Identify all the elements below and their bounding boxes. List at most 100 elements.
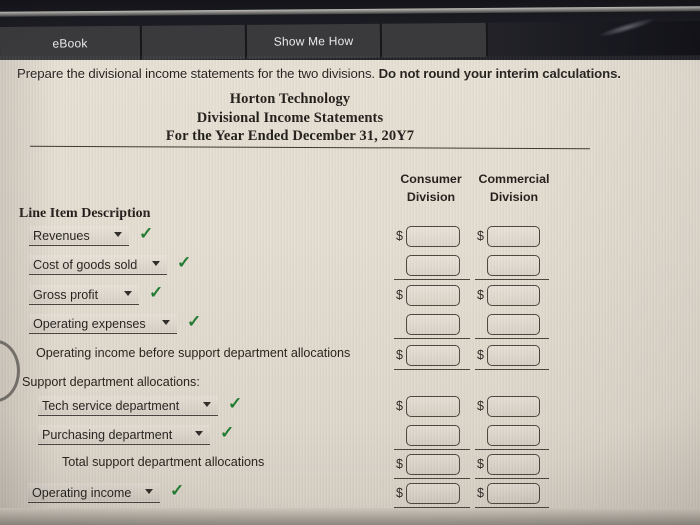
amount-input-consumer[interactable] xyxy=(406,285,460,306)
line-item-select-value: Tech service department xyxy=(42,398,180,413)
statement-row: Operating income ✓ $ $ xyxy=(0,481,700,512)
subtotal-rule xyxy=(475,369,549,370)
chevron-down-icon[interactable] xyxy=(203,402,211,407)
company-name: Horton Technology xyxy=(229,91,351,107)
statement-title: Divisional Income Statements xyxy=(196,109,384,126)
chevron-down-icon[interactable] xyxy=(124,291,132,296)
top-toolbar: eBook Show Me How xyxy=(0,0,700,60)
statement-row: Revenues ✓ $ $ xyxy=(0,224,700,252)
instruction-lead: Prepare the divisional income statements… xyxy=(17,66,379,81)
correct-check-icon: ✓ xyxy=(187,312,202,331)
statement-row: Operating expenses ✓ xyxy=(0,312,700,340)
tab-show-me-how[interactable]: Show Me How xyxy=(246,23,381,59)
tab-blank-2[interactable] xyxy=(381,22,487,58)
statement-period: For the Year Ended December 31, 20Y7 xyxy=(165,128,415,144)
amount-input-commercial[interactable] xyxy=(487,454,540,475)
subtotal-rule xyxy=(475,279,549,280)
amount-input-consumer[interactable] xyxy=(406,314,460,335)
column-header-consumer-line2: Division xyxy=(406,189,456,204)
tab-show-me-how-label: Show Me How xyxy=(273,33,354,49)
amount-input-consumer[interactable] xyxy=(406,255,460,276)
column-header-commercial-line1: Commercial xyxy=(478,172,550,186)
currency-symbol: $ xyxy=(396,288,403,302)
instruction-emphasis: Do not round your interim calculations. xyxy=(378,66,621,81)
chevron-down-icon[interactable] xyxy=(195,431,203,436)
amount-input-consumer[interactable] xyxy=(406,226,460,247)
line-item-select[interactable]: Revenues xyxy=(29,226,129,246)
screen-glare xyxy=(597,15,656,40)
toolbar-filler-right xyxy=(485,15,700,57)
chevron-down-icon[interactable] xyxy=(152,261,160,266)
currency-symbol: $ xyxy=(396,457,403,471)
correct-check-icon: ✓ xyxy=(177,253,192,272)
line-item-select[interactable]: Tech service department xyxy=(38,396,218,416)
currency-symbol: $ xyxy=(477,399,484,413)
subtotal-rule xyxy=(394,338,470,339)
screenshot-root: eBook Show Me How Prepare the divisional … xyxy=(0,0,700,525)
amount-input-consumer[interactable] xyxy=(406,454,460,475)
subtotal-rule xyxy=(394,478,470,479)
subtotal-rule xyxy=(475,449,549,450)
statement-row: Total support department allocations $ $ xyxy=(0,454,700,480)
amount-input-consumer[interactable] xyxy=(406,483,460,504)
line-item-label: Operating income before support departme… xyxy=(36,346,351,360)
line-item-select-value: Operating income xyxy=(32,485,132,500)
correct-check-icon: ✓ xyxy=(220,423,235,442)
currency-symbol: $ xyxy=(477,229,484,243)
tab-ebook[interactable]: eBook xyxy=(0,25,141,60)
line-item-select-value: Operating expenses xyxy=(33,316,146,331)
line-item-select[interactable]: Operating income xyxy=(28,483,160,503)
line-item-label: Support department allocations: xyxy=(22,375,200,389)
line-item-select-value: Revenues xyxy=(33,228,90,243)
amount-input-commercial[interactable] xyxy=(487,425,540,446)
chevron-down-icon[interactable] xyxy=(145,489,153,494)
column-header-consumer-line1: Consumer xyxy=(400,172,462,186)
instruction-text: Prepare the divisional income statements… xyxy=(17,66,683,81)
column-header-consumer: Consumer Division xyxy=(383,171,479,206)
toolbar-tab-strip: eBook Show Me How xyxy=(0,15,700,60)
amount-input-commercial[interactable] xyxy=(487,226,540,247)
statement-row: Operating income before support departme… xyxy=(0,345,700,371)
line-item-select-value: Purchasing department xyxy=(42,427,173,442)
amount-input-consumer[interactable] xyxy=(406,345,460,366)
amount-input-commercial[interactable] xyxy=(487,285,540,306)
column-header-commercial-line2: Division xyxy=(489,189,539,204)
chevron-down-icon[interactable] xyxy=(162,320,170,325)
tab-ebook-label: eBook xyxy=(52,36,88,51)
currency-symbol: $ xyxy=(477,486,484,500)
screen-bezel-highlight xyxy=(0,6,700,17)
statement-row: Purchasing department ✓ xyxy=(0,423,700,451)
amount-input-commercial[interactable] xyxy=(487,314,540,335)
line-item-select[interactable]: Purchasing department xyxy=(38,425,210,445)
currency-symbol: $ xyxy=(396,399,403,413)
statement-row: Gross profit ✓ $ $ xyxy=(0,283,700,311)
currency-symbol: $ xyxy=(396,486,403,500)
subtotal-rule xyxy=(475,338,549,339)
line-item-select-value: Cost of goods sold xyxy=(33,257,138,272)
currency-symbol: $ xyxy=(477,457,484,471)
chevron-down-icon[interactable] xyxy=(114,232,122,237)
line-item-select[interactable]: Cost of goods sold xyxy=(29,255,167,275)
correct-check-icon: ✓ xyxy=(149,283,164,302)
amount-input-commercial[interactable] xyxy=(487,345,540,366)
subtotal-rule xyxy=(394,369,470,370)
tab-blank-1[interactable] xyxy=(141,24,246,60)
column-header-commercial: Commercial Division xyxy=(466,171,562,206)
amount-input-commercial[interactable] xyxy=(487,396,540,417)
correct-check-icon: ✓ xyxy=(170,481,185,500)
currency-symbol: $ xyxy=(477,288,484,302)
line-item-select[interactable]: Operating expenses xyxy=(29,314,177,334)
statement-heading: Horton Technology Divisional Income Stat… xyxy=(40,90,540,146)
amount-input-commercial[interactable] xyxy=(487,483,540,504)
currency-symbol: $ xyxy=(477,348,484,362)
subtotal-rule xyxy=(475,478,549,479)
statement-row: Tech service department ✓ $ $ xyxy=(0,394,700,422)
amount-input-consumer[interactable] xyxy=(406,425,460,446)
tab-separator xyxy=(485,22,489,57)
correct-check-icon: ✓ xyxy=(228,394,243,413)
amount-input-consumer[interactable] xyxy=(406,396,460,417)
line-item-select[interactable]: Gross profit xyxy=(29,285,139,305)
line-item-select-value: Gross profit xyxy=(33,287,99,302)
amount-input-commercial[interactable] xyxy=(487,255,540,276)
line-item-label: Total support department allocations xyxy=(62,455,265,469)
